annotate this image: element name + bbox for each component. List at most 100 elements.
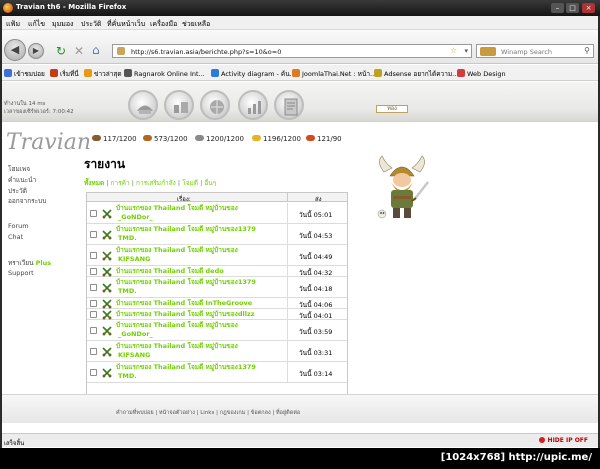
search-icon[interactable]: ⚲: [584, 46, 590, 55]
report-subject-link[interactable]: บ้านแรกของ Thailand โจมตี หมู่บ้านของ137…: [116, 363, 284, 381]
menu-bar: แฟ้ม แก้ไข มุมมอง ประวัติ ที่คั่นหน้าเว็…: [0, 16, 600, 30]
bookmark-adsense[interactable]: Adsense อยากได้ความ...: [374, 69, 458, 79]
plus-gold-button[interactable]: ทอง: [376, 105, 408, 113]
statistics-icon[interactable]: [238, 90, 268, 120]
report-checkbox[interactable]: [90, 311, 97, 318]
report-subject-link[interactable]: บ้านแรกของ Thailand โจมตี หมู่บ้านของ137…: [116, 225, 284, 243]
menu-view[interactable]: มุมมอง: [52, 19, 73, 30]
menu-tools[interactable]: เครื่องมือ: [150, 19, 177, 30]
resource-iron: 1200/1200: [195, 135, 244, 143]
menu-bookmarks[interactable]: ที่คั่นหน้าเว็บ: [107, 19, 145, 30]
report-checkbox[interactable]: [90, 210, 97, 217]
bookmark-joomlathai[interactable]: JoomlaThai.Net : หน้า...: [292, 69, 376, 79]
back-button[interactable]: ◀: [4, 39, 26, 61]
filter-other[interactable]: อื่นๆ: [204, 179, 216, 187]
consumption-icon: [306, 135, 315, 141]
bookmark-icon: [457, 69, 465, 77]
bookmark-ragnarok[interactable]: Ragnarok Online Int...: [124, 69, 205, 78]
menu-edit[interactable]: แก้ไข: [28, 19, 45, 30]
report-filters: ทั้งหมด | การค้า | การเสริมกำลัง | โจมตี…: [84, 178, 216, 188]
village-overview-icon[interactable]: [128, 90, 158, 120]
report-subject-link[interactable]: บ้านแรกของ Thailand โจมตี หมู่บ้านของ137…: [116, 278, 284, 296]
winamp-icon[interactable]: [480, 47, 496, 56]
nav-support[interactable]: Support: [8, 269, 34, 277]
report-subject-link[interactable]: บ้านแรกของ Thailand โจมตี dedo: [116, 267, 284, 276]
column-divider: [287, 362, 288, 383]
bookmark-latest-news[interactable]: ข่าวล่าสุด: [84, 69, 122, 79]
menu-help[interactable]: ช่วยเหลือ: [182, 19, 210, 30]
report-checkbox[interactable]: [90, 369, 97, 376]
report-subject-link[interactable]: บ้านแรกของ Thailand โจมตี หมู่บ้านของdll…: [116, 310, 284, 319]
bookmark-most-visited[interactable]: เข้าชมบ่อย: [4, 69, 45, 79]
reload-icon[interactable]: ↻: [56, 44, 66, 58]
table-row[interactable]: บ้านแรกของ Thailand โจมตี หมู่บ้านของ _Go…: [87, 320, 347, 341]
report-subject-link[interactable]: บ้านแรกของ Thailand โจมตี หมู่บ้านของ KIF…: [116, 342, 284, 360]
report-checkbox[interactable]: [90, 300, 97, 307]
filter-attack[interactable]: โจมตี: [182, 179, 198, 187]
column-divider: [287, 245, 288, 266]
nav-profile[interactable]: ประวัติ: [8, 186, 27, 196]
nav-logout[interactable]: ออกจากระบบ: [8, 196, 46, 206]
table-row[interactable]: บ้านแรกของ Thailand โจมตี หมู่บ้านของ137…: [87, 224, 347, 245]
nav-chat[interactable]: Chat: [8, 233, 23, 241]
nav-homepage[interactable]: โฮมเพจ: [8, 164, 30, 174]
bookmark-label: Activity diagram - ค้น...: [221, 70, 296, 78]
report-checkbox[interactable]: [90, 284, 97, 291]
map-icon[interactable]: [200, 90, 230, 120]
village-center-icon[interactable]: [164, 90, 194, 120]
report-checkbox[interactable]: [90, 327, 97, 334]
reports-icon[interactable]: [274, 90, 304, 120]
report-checkbox[interactable]: [90, 252, 97, 259]
plus-prefix: ทราเวียน: [8, 259, 34, 267]
url-text: http://s6.travian.asia/berichte.php?s=10…: [131, 48, 282, 56]
menu-history[interactable]: ประวัติ: [81, 19, 101, 30]
menu-file[interactable]: แฟ้ม: [6, 19, 20, 30]
server-time: เวลาของเซิร์ฟเวอร์: 7:00:42: [4, 109, 74, 115]
bookmark-getting-started[interactable]: เริ่มที่นี่: [50, 69, 79, 79]
status-text: เสร็จสิ้น: [4, 440, 25, 447]
report-subject-line: KIFSANG: [118, 255, 151, 263]
table-row[interactable]: บ้านแรกของ Thailand โจมตี หมู่บ้านของ _Go…: [87, 203, 347, 224]
report-subject-link[interactable]: บ้านแรกของ Thailand โจมตี InTheGroove: [116, 299, 284, 308]
footer-links[interactable]: คำถามที่พบบ่อย | หน้าจอตัวอย่าง | Links …: [116, 409, 300, 417]
search-box[interactable]: Winamp Search ⚲: [476, 44, 594, 58]
forward-button[interactable]: ▶: [28, 43, 44, 59]
url-dropdown-icon[interactable]: ▾: [464, 47, 468, 55]
table-row[interactable]: บ้านแรกของ Thailand โจมตี หมู่บ้านของdll…: [87, 309, 347, 320]
report-subject-link[interactable]: บ้านแรกของ Thailand โจมตี หมู่บ้านของ _Go…: [116, 204, 284, 222]
report-subject-line: TMD.: [118, 372, 137, 380]
report-checkbox[interactable]: [90, 231, 97, 238]
filter-trade[interactable]: การค้า: [111, 179, 130, 187]
close-button[interactable]: ×: [582, 3, 595, 13]
filter-reinforcement[interactable]: การเสริมกำลัง: [136, 179, 176, 187]
table-row[interactable]: บ้านแรกของ Thailand โจมตี หมู่บ้านของ137…: [87, 277, 347, 298]
report-subject-link[interactable]: บ้านแรกของ Thailand โจมตี หมู่บ้านของ _Go…: [116, 321, 284, 339]
star-icon[interactable]: ☆: [450, 46, 457, 55]
minimize-button[interactable]: –: [551, 3, 564, 13]
maximize-button[interactable]: □: [566, 3, 579, 13]
nav-forum[interactable]: Forum: [8, 222, 29, 230]
bookmark-activity-diagram[interactable]: Activity diagram - ค้น...: [211, 69, 296, 79]
table-row[interactable]: บ้านแรกของ Thailand โจมตี InTheGroove วัน…: [87, 298, 347, 309]
table-row[interactable]: บ้านแรกของ Thailand โจมตี dedo วันนี้ 04:…: [87, 266, 347, 277]
report-time: วันนี้ 03:14: [299, 370, 333, 378]
bookmark-web-design[interactable]: Web Design: [457, 69, 506, 78]
table-row[interactable]: บ้านแรกของ Thailand โจมตี หมู่บ้านของ KIF…: [87, 341, 347, 362]
table-row[interactable]: บ้านแรกของ Thailand โจมตี หมู่บ้านของ137…: [87, 362, 347, 383]
table-row[interactable]: บ้านแรกของ Thailand โจมตี หมู่บ้านของ KIF…: [87, 245, 347, 266]
attack-swords-icon: [102, 230, 112, 240]
report-time: วันนี้ 05:01: [299, 211, 333, 219]
filter-all[interactable]: ทั้งหมด: [84, 179, 104, 187]
stop-icon[interactable]: ✕: [74, 44, 84, 58]
report-subject-line: บ้านแรกของ Thailand โจมตี หมู่บ้านของ137…: [116, 363, 256, 371]
report-subject-link[interactable]: บ้านแรกของ Thailand โจมตี หมู่บ้านของ KIF…: [116, 246, 284, 264]
reports-table: เรื่อง: ส่ง บ้านแรกของ Thailand โจมตี หม…: [86, 192, 348, 413]
report-checkbox[interactable]: [90, 268, 97, 275]
rss-icon: [84, 69, 92, 77]
report-checkbox[interactable]: [90, 348, 97, 355]
hide-ip-status[interactable]: HIDE IP OFF: [538, 437, 588, 444]
home-icon[interactable]: ⌂: [92, 43, 100, 57]
url-bar[interactable]: http://s6.travian.asia/berichte.php?s=10…: [112, 44, 472, 58]
nav-manual[interactable]: คำแนะนำ: [8, 175, 36, 185]
nav-plus[interactable]: ทราเวียน Plus: [8, 258, 51, 268]
